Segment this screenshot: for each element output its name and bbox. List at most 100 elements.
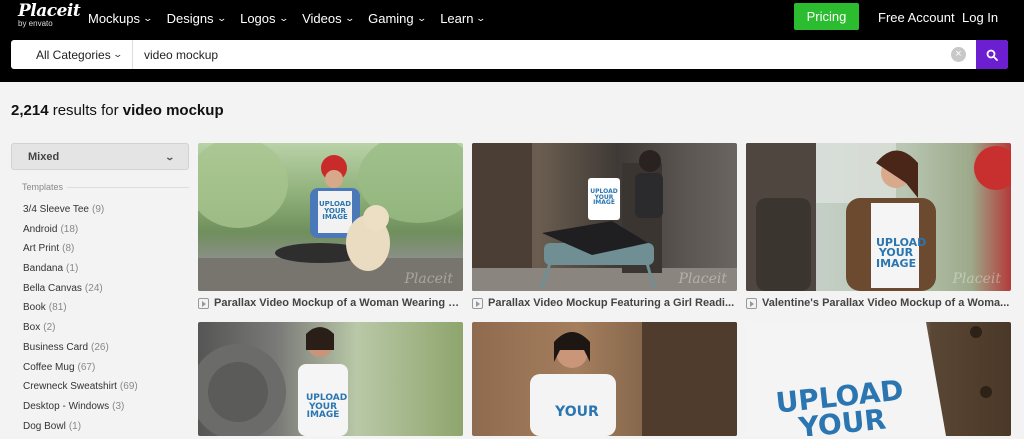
filter-label: 3/4 Sleeve Tee (23, 204, 89, 215)
filter-item[interactable]: Book (81) (23, 301, 138, 321)
results-count: 2,214 (11, 102, 49, 119)
filter-count: (67) (77, 361, 96, 373)
filter-count: (8) (62, 243, 75, 255)
card-caption[interactable]: Parallax Video Mockup Featuring a Girl R… (472, 295, 737, 311)
filter-label: Box (23, 322, 41, 334)
filter-label: Crewneck Sweatshirt (23, 381, 117, 393)
filter-count: (3) (112, 400, 125, 412)
nav-label: Logos (240, 10, 276, 26)
search-bar: All Categories ⌄ × (11, 40, 1008, 69)
nav-item-learn[interactable]: Learn ⌄ (440, 10, 487, 26)
result-card[interactable]: UPLOAD YOUR IMAGE Placeit Parallax Video M… (472, 143, 737, 309)
tee-image-text: IMAGE (593, 199, 615, 207)
filter-item[interactable]: 3/4 Sleeve Tee (9) (23, 203, 138, 223)
result-card[interactable]: UPLOAD YOUR IMAGE Placeit Parallax Video M… (198, 143, 463, 309)
filter-label: Art Print (23, 243, 60, 255)
filter-count: (1) (68, 420, 82, 432)
login-link[interactable]: Log In (962, 10, 998, 25)
tee-placeholder-text: UPLOAD YOUR IMAGE (306, 394, 347, 421)
card-thumbnail[interactable]: UPLOAD YOUR (746, 322, 1011, 436)
filter-item[interactable]: Dog Bowl (1) (23, 420, 138, 439)
chevron-down-icon: ⌄ (278, 12, 289, 23)
search-button[interactable] (976, 40, 1008, 69)
category-select[interactable]: All Categories ⌄ (11, 40, 133, 69)
card-thumbnail[interactable]: UPLOAD YOUR IMAGE Placeit (472, 143, 737, 291)
tee-placeholder-text: UPLOAD YOUR (764, 373, 919, 436)
chevron-down-icon: ⌄ (416, 12, 427, 23)
nav-item-gaming[interactable]: Gaming ⌄ (368, 10, 427, 26)
nav-item-logos[interactable]: Logos ⌄ (240, 10, 289, 26)
filter-item[interactable]: Coffee Mug (67) (23, 361, 138, 381)
placeit-logo[interactable]: Placeit by envato (18, 1, 81, 28)
filter-section-title: Templates (11, 182, 68, 192)
filter-item[interactable]: Art Print (8) (23, 242, 138, 262)
search-input[interactable] (144, 40, 944, 69)
photo-scene (472, 143, 737, 291)
main-nav: Mockups ⌄ Designs ⌄ Logos ⌄ Videos ⌄ Gaming ⌄… (88, 10, 500, 26)
result-card[interactable]: UPLOAD YOUR IMAGE Placeit Valentine's Para… (746, 143, 1011, 309)
filter-label: Desktop - Windows (23, 400, 110, 412)
chevron-down-icon: ⌄ (475, 12, 487, 23)
result-card[interactable]: YOUR (472, 322, 737, 436)
filter-count: (24) (84, 282, 103, 294)
photo-scene (530, 322, 737, 436)
clear-search-icon[interactable]: × (951, 47, 966, 62)
filter-item[interactable]: Box (2) (23, 321, 138, 341)
results-heading: 2,214 results for video mockup (11, 102, 224, 119)
chevron-down-icon: ⌄ (164, 152, 176, 162)
card-thumbnail[interactable]: YOUR (472, 322, 737, 436)
card-thumbnail[interactable]: UPLOAD YOUR IMAGE Placeit (746, 143, 1011, 291)
filter-count: (18) (60, 223, 79, 235)
chevron-down-icon: ⌄ (142, 12, 154, 23)
nav-item-videos[interactable]: Videos ⌄ (302, 10, 355, 26)
category-select-label: All Categories (36, 47, 111, 62)
card-title: Parallax Video Mockup of a Woman Wearing… (214, 297, 463, 309)
sort-select[interactable]: Mixed ⌄ (11, 143, 189, 170)
results-text: results for (52, 102, 119, 119)
filter-label: Coffee Mug (23, 361, 75, 373)
filter-item[interactable]: Desktop - Windows (3) (23, 400, 138, 420)
free-account-link[interactable]: Free Account (878, 10, 955, 25)
placeit-watermark: Placeit (952, 271, 1001, 287)
chevron-down-icon: ⌄ (216, 12, 227, 23)
card-title: Parallax Video Mockup Featuring a Girl R… (488, 297, 735, 309)
filter-item[interactable]: Business Card (26) (23, 341, 138, 361)
result-card[interactable]: UPLOAD YOUR (746, 322, 1011, 436)
filter-label: Android (23, 223, 58, 235)
card-caption[interactable]: Parallax Video Mockup of a Woman Wearing… (198, 295, 463, 311)
nav-label: Videos (302, 10, 342, 26)
filter-item[interactable]: Android (18) (23, 223, 138, 243)
nav-item-designs[interactable]: Designs ⌄ (166, 10, 227, 26)
result-card[interactable]: UPLOAD YOUR IMAGE (198, 322, 463, 436)
tee-placeholder-text: YOUR (552, 404, 602, 420)
filter-label: Bandana (23, 263, 64, 275)
video-play-icon (198, 297, 209, 309)
tee-image-text: IMAGE (322, 213, 348, 222)
pricing-button[interactable]: Pricing (794, 3, 859, 30)
logo-brand: Placeit (18, 1, 81, 21)
filter-label: Bella Canvas (23, 282, 82, 294)
tee-image-text: IMAGE (876, 256, 917, 270)
tee-image-text: IMAGE (306, 410, 340, 421)
filter-section-header: Templates (11, 182, 189, 192)
filter-item[interactable]: Bandana (1) (23, 262, 138, 282)
tee-placeholder-text: UPLOAD YOUR IMAGE (876, 237, 926, 270)
filter-item[interactable]: Bella Canvas (24) (23, 282, 138, 302)
card-caption[interactable]: Valentine's Parallax Video Mockup of a W… (746, 295, 1011, 311)
filter-count: (81) (48, 302, 67, 314)
nav-label: Designs (166, 10, 214, 26)
nav-label: Mockups (88, 10, 141, 26)
video-play-icon (472, 297, 483, 309)
tee-your-text: YOUR (555, 404, 599, 420)
filter-label: Dog Bowl (23, 420, 66, 432)
filter-item[interactable]: Crewneck Sweatshirt (69) (23, 380, 138, 400)
card-thumbnail[interactable]: UPLOAD YOUR IMAGE Placeit (198, 143, 463, 291)
filter-label: Book (23, 302, 46, 314)
search-icon (986, 49, 998, 61)
card-title: Valentine's Parallax Video Mockup of a W… (762, 297, 1010, 309)
template-filter-list: 3/4 Sleeve Tee (9) Android (18) Art Print(… (23, 203, 138, 439)
top-navigation-bar: Placeit by envato Mockups ⌄ Designs ⌄ Logo… (0, 0, 1024, 82)
nav-item-mockups[interactable]: Mockups ⌄ (88, 10, 154, 26)
placeit-watermark: Placeit (678, 271, 727, 287)
card-thumbnail[interactable]: UPLOAD YOUR IMAGE (198, 322, 463, 436)
